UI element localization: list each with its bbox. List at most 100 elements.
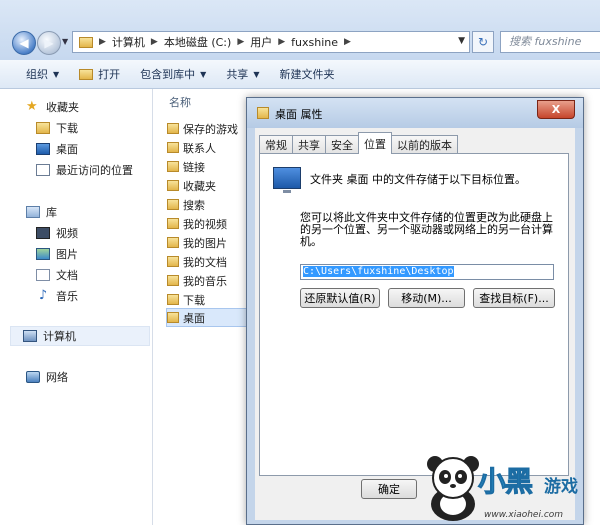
find-target-button[interactable]: 查找目标(F)... <box>473 288 555 308</box>
nav-computer[interactable]: 计算机 <box>10 326 150 346</box>
file-name: 搜索 <box>183 198 205 212</box>
nav-music-label: 音乐 <box>56 290 78 303</box>
nav-recent-label: 最近访问的位置 <box>56 164 133 177</box>
chevron-right-icon[interactable]: ▶ <box>235 37 246 47</box>
chevron-right-icon[interactable]: ▶ <box>342 37 353 47</box>
folder-icon <box>167 123 179 134</box>
nav-desktop-label: 桌面 <box>56 143 78 156</box>
include-label: 包含到库中 <box>140 68 196 81</box>
address-bar-area: ◀ ▶ ▼ ▶ 计算机 ▶ 本地磁盘 (C:) ▶ 用户 ▶ fuxshine … <box>0 0 600 60</box>
chevron-right-icon[interactable]: ▶ <box>276 37 287 47</box>
forward-button[interactable]: ▶ <box>37 31 61 55</box>
nav-libraries-label: 库 <box>46 206 57 219</box>
move-button[interactable]: 移动(M)... <box>388 288 465 308</box>
breadcrumb-computer[interactable]: 计算机 <box>108 34 149 50</box>
location-tab-panel: 文件夹 桌面 中的文件存储于以下目标位置。 您可以将此文件夹中文件存储的位置更改… <box>259 153 569 476</box>
dialog-body: 常规 共享 安全 位置 以前的版本 文件夹 桌面 中的文件存储于以下目标位置。 … <box>255 128 575 520</box>
new-folder-button[interactable]: 新建文件夹 <box>269 60 344 88</box>
music-note-icon: ♪ <box>38 288 48 303</box>
breadcrumb-local-disk[interactable]: 本地磁盘 (C:) <box>160 34 235 50</box>
folder-icon <box>167 218 179 229</box>
tab-sharing[interactable]: 共享 <box>292 135 326 154</box>
desktop-monitor-icon <box>273 167 301 193</box>
organize-button[interactable]: 组织 ▼ <box>0 60 69 88</box>
document-library-icon <box>36 269 50 281</box>
include-in-library-button[interactable]: 包含到库中 ▼ <box>130 60 216 88</box>
tab-security[interactable]: 安全 <box>325 135 359 154</box>
close-icon: X <box>551 103 561 116</box>
tab-general[interactable]: 常规 <box>259 135 293 154</box>
computer-icon <box>23 330 37 342</box>
navigation-pane: ★ 收藏夹 下载 桌面 最近访问的位置 库 视频 图片 文档 ♪ 音乐 计算机 … <box>0 89 153 525</box>
share-button[interactable]: 共享 ▼ <box>216 60 269 88</box>
breadcrumb-fuxshine[interactable]: fuxshine <box>287 36 342 49</box>
file-name: 我的视频 <box>183 217 227 231</box>
folder-open-icon <box>79 68 94 80</box>
folder-icon <box>167 275 179 286</box>
nav-documents-label: 文档 <box>56 269 78 282</box>
network-icon <box>26 371 40 383</box>
tab-previous-versions[interactable]: 以前的版本 <box>391 135 458 154</box>
picture-library-icon <box>36 248 50 260</box>
tab-location[interactable]: 位置 <box>358 132 392 154</box>
folder-icon <box>167 161 179 172</box>
explorer-window: ◀ ▶ ▼ ▶ 计算机 ▶ 本地磁盘 (C:) ▶ 用户 ▶ fuxshine … <box>0 0 600 525</box>
address-path-box[interactable]: ▶ 计算机 ▶ 本地磁盘 (C:) ▶ 用户 ▶ fuxshine ▶ ▼ <box>72 31 470 53</box>
chevron-right-icon[interactable]: ▶ <box>149 37 160 47</box>
file-name: 保存的游戏 <box>183 122 238 136</box>
chevron-right-icon[interactable]: ▶ <box>97 37 108 47</box>
share-label: 共享 <box>226 68 249 81</box>
star-icon: ★ <box>26 99 38 114</box>
file-name: 收藏夹 <box>183 179 216 193</box>
folder-icon <box>167 312 179 323</box>
search-input[interactable]: 搜索 fuxshine <box>500 31 600 53</box>
tab-label: 常规 <box>265 139 287 152</box>
nav-network[interactable]: 网络 <box>0 367 178 387</box>
ok-button[interactable]: 确定 <box>361 479 417 499</box>
close-button[interactable]: X <box>537 100 575 119</box>
open-label: 打开 <box>98 68 121 81</box>
nav-favorites[interactable]: ★ 收藏夹 <box>0 97 178 117</box>
folder-icon <box>167 180 179 191</box>
tab-label: 以前的版本 <box>397 139 452 152</box>
nav-libraries[interactable]: 库 <box>0 202 178 222</box>
command-toolbar: 组织 ▼ 打开 包含到库中 ▼ 共享 ▼ 新建文件夹 <box>0 60 600 89</box>
download-folder-icon <box>36 122 50 134</box>
tab-label: 安全 <box>331 139 353 152</box>
file-name: 我的文档 <box>183 255 227 269</box>
folder-icon <box>167 199 179 210</box>
address-dropdown-icon[interactable]: ▼ <box>458 36 465 46</box>
breadcrumb-users[interactable]: 用户 <box>246 34 276 50</box>
tab-strip: 常规 共享 安全 位置 以前的版本 <box>259 132 458 154</box>
refresh-icon: ↻ <box>477 35 489 49</box>
tab-label: 共享 <box>298 139 320 152</box>
nav-downloads-label: 下载 <box>56 122 78 135</box>
nav-favorites-label: 收藏夹 <box>46 101 79 114</box>
dialog-title: 桌面 属性 <box>275 108 323 121</box>
dialog-title-bar[interactable]: 桌面 属性 X <box>247 98 583 128</box>
target-path-field[interactable]: C:\Users\fuxshine\Desktop <box>300 264 554 280</box>
history-dropdown-icon[interactable]: ▼ <box>62 37 68 46</box>
file-name: 桌面 <box>183 311 205 325</box>
chevron-down-icon: ▼ <box>200 69 207 79</box>
folder-icon <box>167 237 179 248</box>
file-name: 联系人 <box>183 141 216 155</box>
folder-icon <box>79 36 93 48</box>
folder-icon <box>167 294 179 305</box>
chevron-down-icon: ▼ <box>253 69 260 79</box>
video-library-icon <box>36 227 50 239</box>
tab-label: 位置 <box>364 137 386 151</box>
file-name: 我的音乐 <box>183 274 227 288</box>
recent-places-icon <box>36 164 50 176</box>
open-button[interactable]: 打开 <box>69 60 130 88</box>
library-icon <box>26 206 40 218</box>
location-headline: 文件夹 桌面 中的文件存储于以下目标位置。 <box>310 173 526 186</box>
refresh-button[interactable]: ↻ <box>472 31 494 53</box>
column-header-name[interactable]: 名称 <box>169 94 191 110</box>
organize-label: 组织 <box>26 68 48 81</box>
back-button[interactable]: ◀ <box>12 31 36 55</box>
file-name: 下载 <box>183 293 205 307</box>
nav-pictures-label: 图片 <box>56 248 78 261</box>
restore-default-button[interactable]: 还原默认值(R) <box>300 288 380 308</box>
folder-icon <box>257 107 269 119</box>
